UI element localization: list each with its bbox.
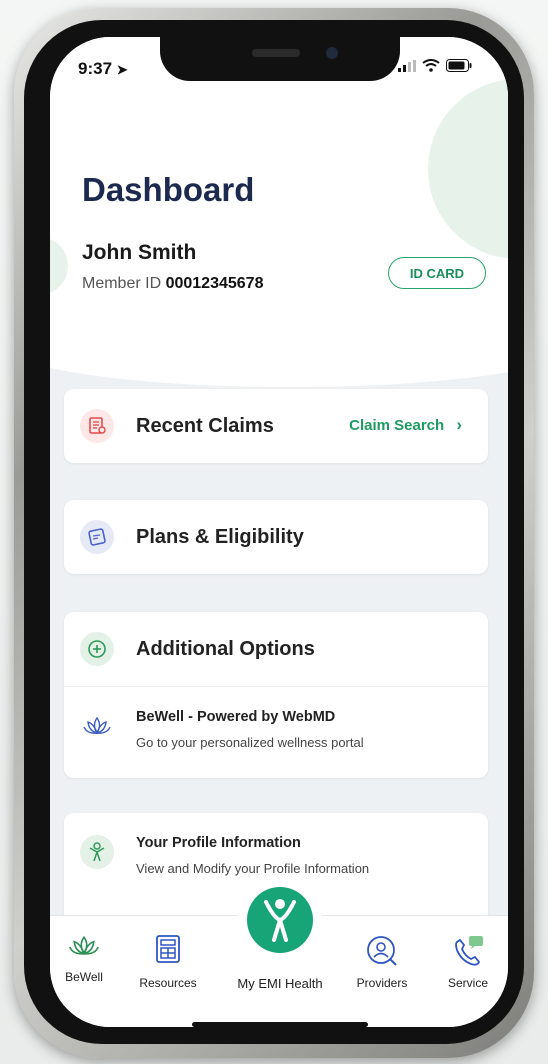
tab-resources[interactable]: Resources: [128, 934, 208, 990]
chevron-right-icon: ›: [456, 415, 462, 434]
member-name: John Smith: [82, 241, 197, 264]
profile-title: Your Profile Information: [136, 835, 301, 851]
status-time: 9:37 ➤: [78, 59, 128, 79]
id-card-button[interactable]: ID CARD: [388, 257, 486, 289]
tab-bewell-label: BeWell: [65, 970, 103, 984]
bewell-option[interactable]: BeWell - Powered by WebMD Go to your per…: [64, 686, 488, 778]
tab-providers-label: Providers: [356, 976, 408, 990]
app-screen: 9:37 ➤ Dashboard John Smith Member ID 00…: [50, 37, 508, 1027]
claim-search-label: Claim Search: [349, 417, 445, 434]
battery-icon: [446, 59, 472, 72]
speaker: [252, 49, 300, 57]
member-id-value: 00012345678: [165, 275, 264, 292]
tab-bewell[interactable]: BeWell: [50, 934, 124, 984]
id-card-icon: [80, 520, 114, 554]
recent-claims-card[interactable]: Recent Claims Claim Search ›: [64, 389, 488, 463]
provider-search-icon: [367, 936, 397, 966]
tab-my-emi-health-label: My EMI Health: [237, 976, 323, 991]
plus-circle-icon: [80, 632, 114, 666]
tab-resources-label: Resources: [139, 976, 197, 990]
tab-service-label: Service: [447, 976, 488, 990]
phone-chat-icon: [455, 936, 483, 966]
tab-providers[interactable]: Providers: [342, 934, 422, 990]
recent-claims-title: Recent Claims: [136, 414, 274, 437]
home-indicator: [192, 1022, 368, 1027]
claims-icon: [80, 409, 114, 443]
status-time-text: 9:37: [78, 59, 113, 78]
claim-search-link[interactable]: Claim Search ›: [349, 415, 462, 435]
bewell-title: BeWell - Powered by WebMD: [136, 709, 336, 725]
additional-options-card: Additional Options BeWell - Powered by W…: [64, 612, 488, 778]
lotus-icon: [80, 709, 114, 743]
bewell-description: Go to your personalized wellness portal: [136, 735, 364, 750]
page: 9:37 ➤ Dashboard John Smith Member ID 00…: [0, 0, 548, 1064]
header-wave: [50, 307, 508, 387]
camera: [326, 47, 338, 59]
bottom-tab-bar: BeWell Resources My EMI Health Providers…: [50, 878, 508, 1027]
notch: [160, 37, 400, 81]
plans-eligibility-card[interactable]: Plans & Eligibility: [64, 500, 488, 574]
person-icon: [80, 835, 114, 869]
member-id: Member ID 00012345678: [82, 275, 263, 293]
additional-options-title: Additional Options: [136, 637, 315, 660]
status-indicators: [398, 59, 472, 72]
profile-description: View and Modify your Profile Information: [136, 861, 370, 876]
tab-my-emi-health[interactable]: [238, 878, 322, 962]
calculator-icon: [156, 935, 180, 963]
location-arrow-icon: ➤: [116, 62, 128, 77]
person-logo-icon: [247, 887, 313, 953]
plans-eligibility-title: Plans & Eligibility: [136, 525, 304, 548]
signal-icon: [398, 59, 416, 72]
member-id-label: Member ID: [82, 275, 162, 292]
page-title: Dashboard: [82, 171, 255, 208]
tab-service[interactable]: Service: [428, 934, 508, 990]
wifi-icon: [422, 59, 440, 72]
lotus-icon: [69, 935, 99, 956]
